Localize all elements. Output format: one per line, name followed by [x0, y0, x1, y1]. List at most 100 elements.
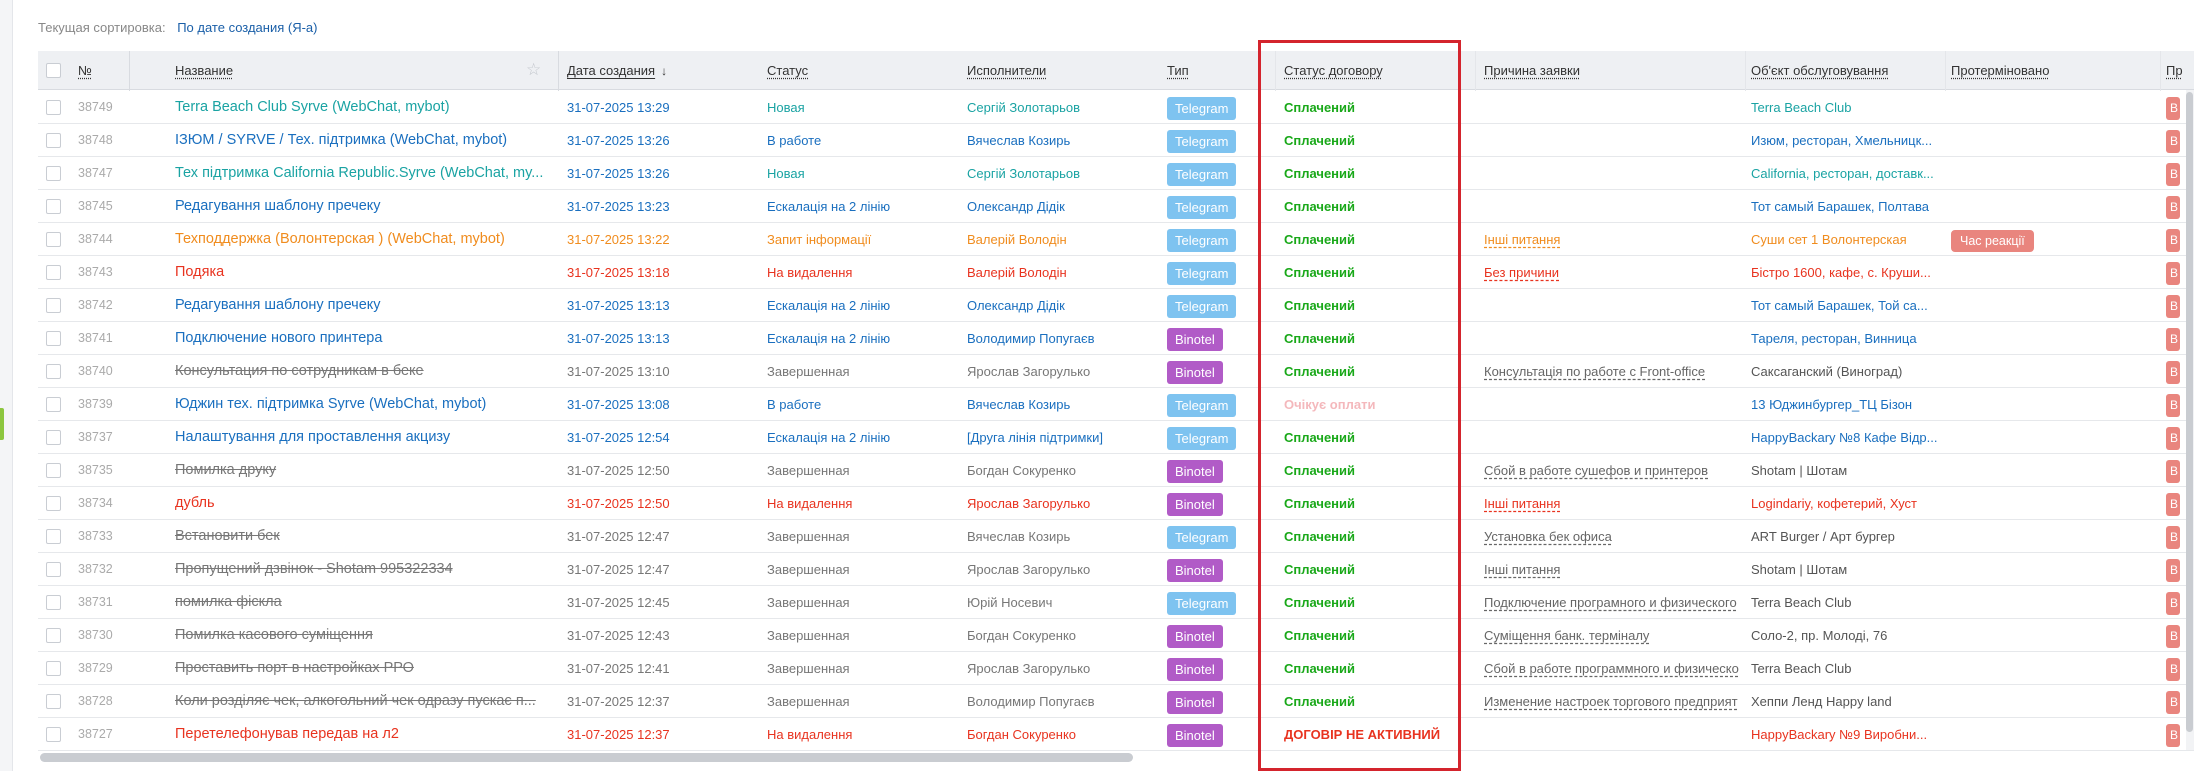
- row-status[interactable]: Завершенная: [767, 652, 957, 685]
- row-checkbox[interactable]: [46, 727, 61, 742]
- header-extra[interactable]: Пр: [2166, 51, 2183, 90]
- row-reason[interactable]: Изменение настроек торгового предприят: [1484, 685, 1739, 718]
- header-contract-status[interactable]: Статус договору: [1284, 51, 1383, 90]
- row-executor[interactable]: Олександр Дідік: [967, 289, 1157, 322]
- row-extra-badge[interactable]: B: [2166, 163, 2180, 187]
- horizontal-scrollbar[interactable]: [40, 753, 1133, 762]
- row-title-link[interactable]: помилка фіскла: [175, 586, 552, 619]
- row-checkbox[interactable]: [46, 694, 61, 709]
- row-title-link[interactable]: Проставить порт в настройках РРО: [175, 652, 552, 685]
- header-status[interactable]: Статус: [767, 51, 808, 90]
- telegram-badge[interactable]: Telegram: [1167, 163, 1237, 187]
- row-checkbox[interactable]: [46, 628, 61, 643]
- row-executor[interactable]: Олександр Дідік: [967, 190, 1157, 223]
- row-executor[interactable]: Вячеслав Козирь: [967, 520, 1157, 553]
- row-status[interactable]: Ескалація на 2 лінію: [767, 421, 957, 454]
- row-checkbox[interactable]: [46, 331, 61, 346]
- telegram-badge[interactable]: Telegram: [1167, 592, 1237, 616]
- row-executor[interactable]: Сергій Золотарьов: [967, 91, 1157, 124]
- row-title-link[interactable]: Пропущений дзвінок - Shotam 995322334: [175, 553, 552, 586]
- row-extra-badge[interactable]: B: [2166, 559, 2180, 583]
- row-service-object[interactable]: Shotam | Шотам: [1751, 454, 1941, 487]
- row-executor[interactable]: Ярослав Загорулько: [967, 487, 1157, 520]
- row-title-link[interactable]: Подяка: [175, 256, 552, 289]
- row-checkbox[interactable]: [46, 529, 61, 544]
- row-executor[interactable]: Богдан Сокуренко: [967, 454, 1157, 487]
- row-service-object[interactable]: Хеппи Ленд Happy land: [1751, 685, 1941, 718]
- row-extra-badge[interactable]: B: [2166, 691, 2180, 715]
- row-service-object[interactable]: Terra Beach Club: [1751, 586, 1941, 619]
- row-title-link[interactable]: Тех підтримка California Republic.Syrve …: [175, 157, 552, 190]
- row-checkbox[interactable]: [46, 133, 61, 148]
- row-status[interactable]: Завершенная: [767, 586, 957, 619]
- row-extra-badge[interactable]: B: [2166, 625, 2180, 649]
- row-status[interactable]: В работе: [767, 124, 957, 157]
- row-executor[interactable]: Вячеслав Козирь: [967, 124, 1157, 157]
- header-title[interactable]: Название: [175, 51, 233, 90]
- binotel-badge[interactable]: Binotel: [1167, 658, 1223, 682]
- row-service-object[interactable]: California, ресторан, доставк...: [1751, 157, 1941, 190]
- favorite-star-icon[interactable]: ☆: [526, 52, 541, 88]
- row-checkbox[interactable]: [46, 199, 61, 214]
- row-service-object[interactable]: HappyBackary №8 Кафе Відр...: [1751, 421, 1941, 454]
- row-reason[interactable]: Суміщення банк. терміналу: [1484, 619, 1739, 652]
- header-executors[interactable]: Исполнители: [967, 51, 1046, 90]
- row-extra-badge[interactable]: B: [2166, 130, 2180, 154]
- row-extra-badge[interactable]: B: [2166, 328, 2180, 352]
- header-service-object[interactable]: Об'єкт обслуговування: [1751, 51, 1888, 90]
- binotel-badge[interactable]: Binotel: [1167, 460, 1223, 484]
- row-extra-badge[interactable]: B: [2166, 361, 2180, 385]
- binotel-badge[interactable]: Binotel: [1167, 361, 1223, 385]
- row-status[interactable]: Завершенная: [767, 454, 957, 487]
- row-status[interactable]: На видалення: [767, 256, 957, 289]
- row-service-object[interactable]: Тот самый Барашек, Той са...: [1751, 289, 1941, 322]
- row-service-object[interactable]: Terra Beach Club: [1751, 91, 1941, 124]
- row-service-object[interactable]: Тот самый Барашек, Полтава: [1751, 190, 1941, 223]
- row-reason[interactable]: Подключение програмного и физического: [1484, 586, 1739, 619]
- row-status[interactable]: Завершенная: [767, 553, 957, 586]
- row-reason[interactable]: Сбой в работе программного и физическо: [1484, 652, 1739, 685]
- binotel-badge[interactable]: Binotel: [1167, 493, 1223, 517]
- row-checkbox[interactable]: [46, 661, 61, 676]
- row-title-link[interactable]: ІЗЮМ / SYRVE / Тех. підтримка (WebChat, …: [175, 124, 552, 157]
- row-service-object[interactable]: Саксаганский (Виноград): [1751, 355, 1941, 388]
- row-reason[interactable]: Консультація по работе с Front-office: [1484, 355, 1739, 388]
- row-extra-badge[interactable]: B: [2166, 295, 2180, 319]
- row-service-object[interactable]: Соло-2, пр. Молоді, 76: [1751, 619, 1941, 652]
- row-title-link[interactable]: Подключение нового принтера: [175, 322, 552, 355]
- binotel-badge[interactable]: Binotel: [1167, 691, 1223, 715]
- row-status[interactable]: Ескалація на 2 лінію: [767, 322, 957, 355]
- row-reason[interactable]: [1484, 322, 1739, 355]
- row-reason[interactable]: [1484, 124, 1739, 157]
- row-status[interactable]: В работе: [767, 388, 957, 421]
- row-title-link[interactable]: Terra Beach Club Syrve (WebChat, mybot): [175, 91, 552, 124]
- row-service-object[interactable]: Terra Beach Club: [1751, 652, 1941, 685]
- row-extra-badge[interactable]: B: [2166, 658, 2180, 682]
- row-checkbox[interactable]: [46, 397, 61, 412]
- row-checkbox[interactable]: [46, 364, 61, 379]
- row-status[interactable]: Ескалація на 2 лінію: [767, 289, 957, 322]
- row-reason[interactable]: Інші питання: [1484, 487, 1739, 520]
- header-reason[interactable]: Причина заявки: [1484, 51, 1580, 90]
- telegram-badge[interactable]: Telegram: [1167, 262, 1237, 286]
- row-title-link[interactable]: дубль: [175, 487, 552, 520]
- row-checkbox[interactable]: [46, 265, 61, 280]
- binotel-badge[interactable]: Binotel: [1167, 625, 1223, 649]
- row-title-link[interactable]: Помилка друку: [175, 454, 552, 487]
- row-reason[interactable]: Інші питання: [1484, 223, 1739, 256]
- row-executor[interactable]: Ярослав Загорулько: [967, 355, 1157, 388]
- row-extra-badge[interactable]: B: [2166, 526, 2180, 550]
- telegram-badge[interactable]: Telegram: [1167, 427, 1237, 451]
- row-title-link[interactable]: Консультация по сотрудникам в беке: [175, 355, 552, 388]
- row-extra-badge[interactable]: B: [2166, 592, 2180, 616]
- telegram-badge[interactable]: Telegram: [1167, 130, 1237, 154]
- binotel-badge[interactable]: Binotel: [1167, 724, 1223, 748]
- row-service-object[interactable]: Тареля, ресторан, Винница: [1751, 322, 1941, 355]
- row-status[interactable]: Запит інформації: [767, 223, 957, 256]
- row-executor[interactable]: Валерій Володін: [967, 223, 1157, 256]
- row-extra-badge[interactable]: B: [2166, 196, 2180, 220]
- telegram-badge[interactable]: Telegram: [1167, 394, 1237, 418]
- row-service-object[interactable]: Бістро 1600, кафе, с. Круши...: [1751, 256, 1941, 289]
- select-all-checkbox[interactable]: [46, 63, 61, 78]
- row-reason[interactable]: Сбой в работе сушефов и принтеров: [1484, 454, 1739, 487]
